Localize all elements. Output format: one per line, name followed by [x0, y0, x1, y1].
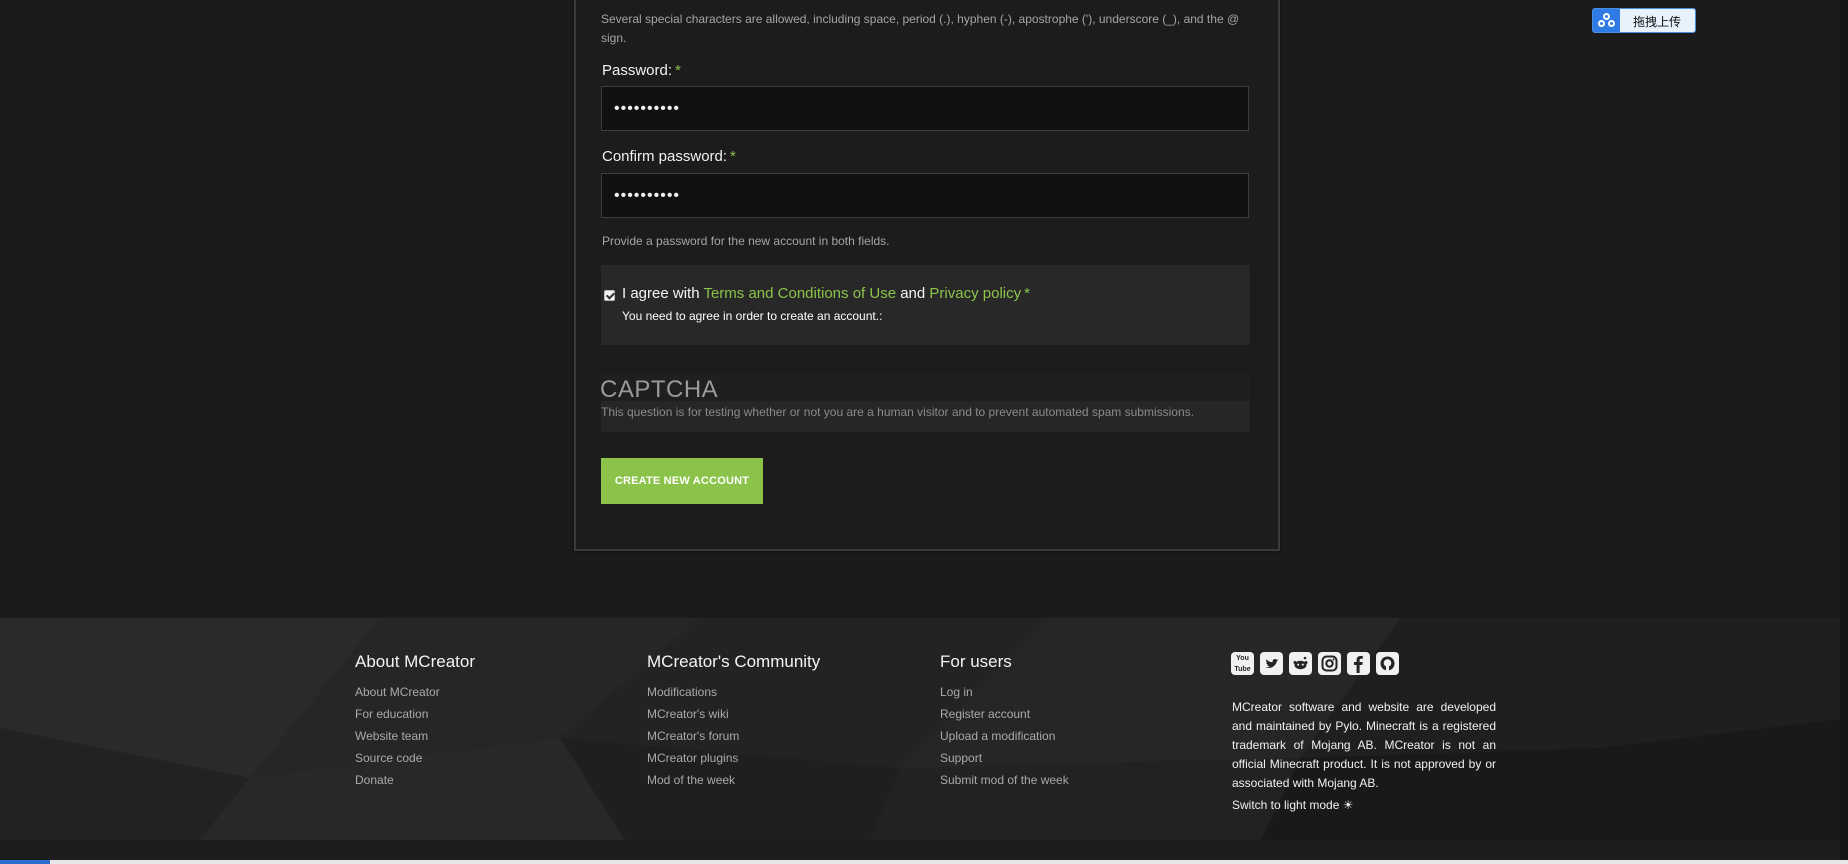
site-footer	[0, 618, 1848, 864]
footer-link-modifications[interactable]: Modifications	[647, 685, 717, 699]
username-hint: Several special characters are allowed, …	[601, 12, 1240, 45]
create-account-button[interactable]: CREATE NEW ACCOUNT	[601, 458, 763, 504]
agree-checkbox[interactable]	[604, 290, 615, 301]
facebook-icon[interactable]	[1347, 652, 1370, 675]
terms-link[interactable]: Terms and Conditions of Use	[703, 285, 896, 302]
agree-panel	[601, 265, 1250, 345]
taskbar-strip	[0, 860, 1848, 864]
github-icon[interactable]	[1376, 652, 1399, 675]
footer-link-plugins[interactable]: MCreator plugins	[647, 751, 738, 765]
drag-upload-label: 拖拽上传	[1633, 15, 1682, 29]
confirm-password-label-text: Confirm password:	[602, 148, 728, 165]
agree-prefix: I agree with	[622, 285, 700, 302]
captcha-title: CAPTCHA	[600, 376, 719, 403]
cloud-upload-icon	[1593, 9, 1620, 32]
instagram-icon[interactable]	[1318, 652, 1341, 675]
password-hint: Provide a password for the new account i…	[602, 234, 890, 248]
social-icons: You Tube	[1231, 652, 1399, 676]
footer-link-about-mcreator[interactable]: About MCreator	[355, 685, 440, 699]
footer-link-upload-mod[interactable]: Upload a modification	[940, 729, 1055, 743]
footer-link-donate[interactable]: Donate	[355, 773, 394, 787]
youtube-icon[interactable]: You Tube	[1231, 652, 1254, 675]
footer-link-log-in[interactable]: Log in	[940, 685, 973, 699]
footer-link-register[interactable]: Register account	[940, 707, 1030, 721]
footer-community-title: MCreator's Community	[647, 652, 821, 671]
footer-link-mod-of-week[interactable]: Mod of the week	[647, 773, 735, 787]
footer-link-support[interactable]: Support	[940, 751, 982, 765]
password-label-text: Password:	[602, 62, 673, 79]
switch-light-mode-link[interactable]: Switch to light mode ☀	[1232, 798, 1353, 812]
agree-label: I agree with Terms and Conditions of Use…	[622, 285, 1030, 302]
footer-link-submit-mod[interactable]: Submit mod of the week	[940, 773, 1069, 787]
page-main: Several special characters are allowed, …	[0, 0, 1848, 618]
footer-users-title: For users	[940, 652, 1012, 671]
footer-about-text: MCreator software and website are develo…	[1232, 700, 1496, 790]
taskbar-highlight	[0, 860, 50, 864]
captcha-description: This question is for testing whether or …	[601, 405, 1194, 419]
confirm-password-input[interactable]: ••••••••••	[601, 173, 1249, 218]
twitter-icon[interactable]	[1260, 652, 1283, 675]
footer-link-website-team[interactable]: Website team	[355, 729, 428, 743]
footer-about-title: About MCreator	[355, 652, 475, 671]
privacy-link[interactable]: Privacy policy	[929, 285, 1021, 302]
page-scrollbar[interactable]	[1840, 0, 1848, 860]
footer-background-pattern	[0, 618, 1848, 864]
agree-and: and	[900, 285, 926, 302]
required-mark: *	[1024, 285, 1030, 302]
drag-upload-widget[interactable]: 拖拽上传	[1592, 8, 1696, 33]
footer-link-wiki[interactable]: MCreator's wiki	[647, 707, 729, 721]
agree-note: You need to agree in order to create an …	[622, 309, 883, 323]
footer-link-source-code[interactable]: Source code	[355, 751, 422, 765]
password-label: Password: *	[602, 62, 681, 79]
password-input[interactable]: ••••••••••	[601, 86, 1249, 131]
required-mark: *	[730, 148, 736, 165]
reddit-icon[interactable]	[1289, 652, 1312, 675]
footer-link-for-education[interactable]: For education	[355, 707, 428, 721]
confirm-password-label: Confirm password: *	[602, 148, 736, 165]
footer-link-forum[interactable]: MCreator's forum	[647, 729, 739, 743]
required-mark: *	[675, 62, 681, 79]
